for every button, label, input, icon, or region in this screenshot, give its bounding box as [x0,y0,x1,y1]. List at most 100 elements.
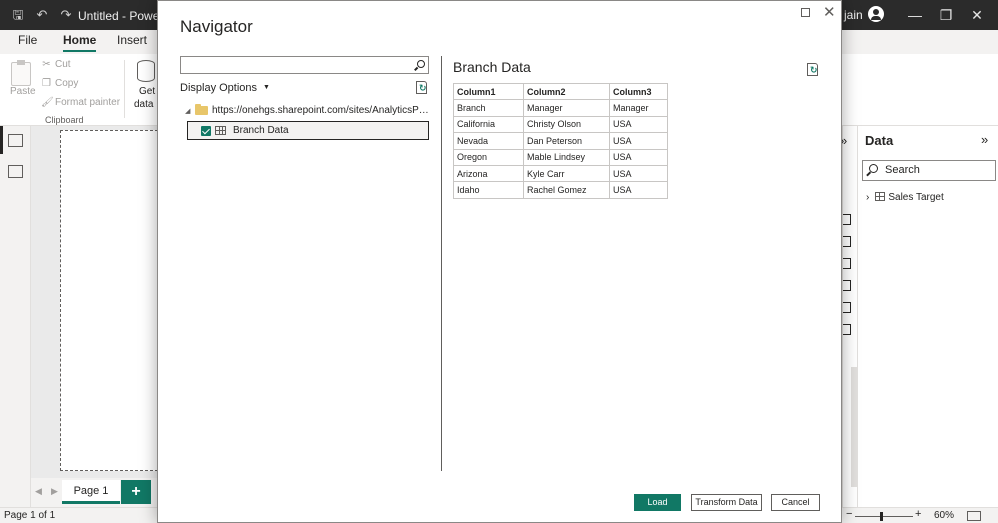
visual-icon-2[interactable] [843,236,851,247]
table-row: Nevada Dan Peterson USA [453,132,668,150]
visual-icon-6[interactable] [843,324,851,335]
data-pane: Data » Search › Sales Target [857,126,998,507]
load-button[interactable]: Load [634,494,681,511]
fit-to-page-icon[interactable] [967,511,981,521]
source-url[interactable]: https://onehgs.sharepoint.com/sites/Anal… [212,105,430,116]
tree-item-branch-data[interactable]: Branch Data [187,121,429,140]
table-cell: USA [609,181,668,199]
table-cell: USA [609,132,668,150]
page-status: Page 1 of 1 [4,510,56,521]
navigator-dialog: Navigator ✕ Display Options▼ ◢ https://o… [157,0,842,523]
zoom-slider[interactable] [855,516,913,517]
caret-down-icon: ▼ [263,84,270,91]
table-cell: Branch [453,99,524,117]
data-pane-title: Data [865,133,894,148]
zoom-slider-handle[interactable] [880,512,883,521]
search-icon[interactable] [417,60,425,68]
paste-button[interactable]: Paste [10,86,36,97]
tree-item-label: Branch Data [233,125,289,136]
cut-icon: ✂ [42,59,51,70]
prev-page-icon[interactable]: ◀ [35,486,42,497]
get-data-button[interactable]: Get [139,86,155,97]
table-cell: USA [609,115,668,134]
avatar-icon[interactable] [868,6,884,22]
preview-refresh-icon[interactable] [807,63,818,76]
database-icon[interactable] [137,60,155,82]
data-tree-item-sales-target[interactable]: › Sales Target [866,192,944,203]
model-view-icon[interactable] [8,165,23,178]
display-options-dropdown[interactable]: Display Options ▼ [180,82,270,94]
data-search-placeholder: Search [885,164,920,176]
table-cell: Christy Olson [523,115,610,134]
checkbox-checked[interactable] [201,126,211,136]
table-cell: Manager [609,99,668,117]
visual-icon-3[interactable] [843,258,851,269]
tab-file[interactable]: File [18,33,37,47]
close-window-icon[interactable]: ✕ [968,6,986,24]
tree-collapse-icon[interactable]: ◢ [185,107,190,115]
preview-title: Branch Data [453,59,531,75]
visual-icon-1[interactable] [843,214,851,225]
data-search-input[interactable]: Search [862,160,996,181]
folder-icon [195,104,208,115]
table-cell: Nevada [453,132,524,150]
copy-icon: ❐ [42,78,51,89]
table-cell: Oregon [453,148,524,166]
cancel-button[interactable]: Cancel [771,494,820,511]
tab-insert[interactable]: Insert [117,33,147,47]
table-cell: USA [609,164,668,183]
restore-icon[interactable]: ❐ [937,6,955,24]
zoom-in-icon[interactable]: + [915,508,921,520]
add-page-button[interactable]: + [121,480,151,504]
chevron-right-icon[interactable]: › [866,192,869,203]
navigator-search [180,56,429,74]
visual-icon-5[interactable] [843,302,851,313]
preview-table: Column1 Column2 Column3 Branch Manager M… [453,82,668,199]
brush-icon: 🖌 [41,97,54,108]
maximize-icon[interactable] [801,8,810,17]
redo-icon[interactable]: ↷ [58,7,74,23]
next-page-icon[interactable]: ▶ [51,486,58,497]
table-row: Branch Manager Manager [453,99,668,117]
cut-button[interactable]: ✂ Cut [41,59,70,70]
minimize-icon[interactable]: — [906,6,924,24]
ribbon-divider [124,60,125,118]
table-cell: USA [609,148,668,166]
table-cell: Dan Peterson [523,132,610,150]
user-name: jain [844,8,863,22]
table-header-row: Column1 Column2 Column3 [453,82,668,101]
table-cell: Idaho [453,181,524,199]
visual-icon-4[interactable] [843,280,851,291]
undo-icon[interactable]: ↶ [34,7,50,23]
table-icon [215,126,226,135]
table-icon [875,192,886,201]
close-icon[interactable]: ✕ [823,3,836,21]
navigator-search-input[interactable] [182,58,410,72]
format-painter-button[interactable]: 🖌Format painter [41,97,120,108]
page-tab-1[interactable]: Page 1 [62,480,120,504]
table-cell: Rachel Gomez [523,181,610,199]
clipboard-group-label: Clipboard [45,115,84,125]
paste-icon[interactable] [11,60,31,86]
column-header: Column3 [609,82,668,101]
report-view-icon[interactable] [8,134,23,147]
transform-data-button[interactable]: Transform Data [691,494,762,511]
table-cell: California [453,115,524,134]
refresh-icon[interactable] [416,81,427,94]
zoom-out-icon[interactable]: − [846,508,852,520]
report-page[interactable] [60,130,158,471]
column-header: Column2 [523,82,610,101]
pane-divider[interactable] [441,56,442,471]
table-row: California Christy Olson USA [453,115,668,134]
table-row: Oregon Mable Lindsey USA [453,148,668,166]
save-icon[interactable]: 🖫 [10,7,26,23]
zoom-level: 60% [934,510,955,521]
collapse-data-pane-icon[interactable]: » [981,132,988,147]
search-icon [869,164,878,173]
copy-button[interactable]: ❐ Copy [41,78,78,89]
get-data-button-line2[interactable]: data [134,99,153,110]
tab-home[interactable]: Home [63,33,97,52]
table-cell: Mable Lindsey [523,148,610,166]
table-row: Idaho Rachel Gomez USA [453,181,668,199]
table-cell: Arizona [453,164,524,183]
